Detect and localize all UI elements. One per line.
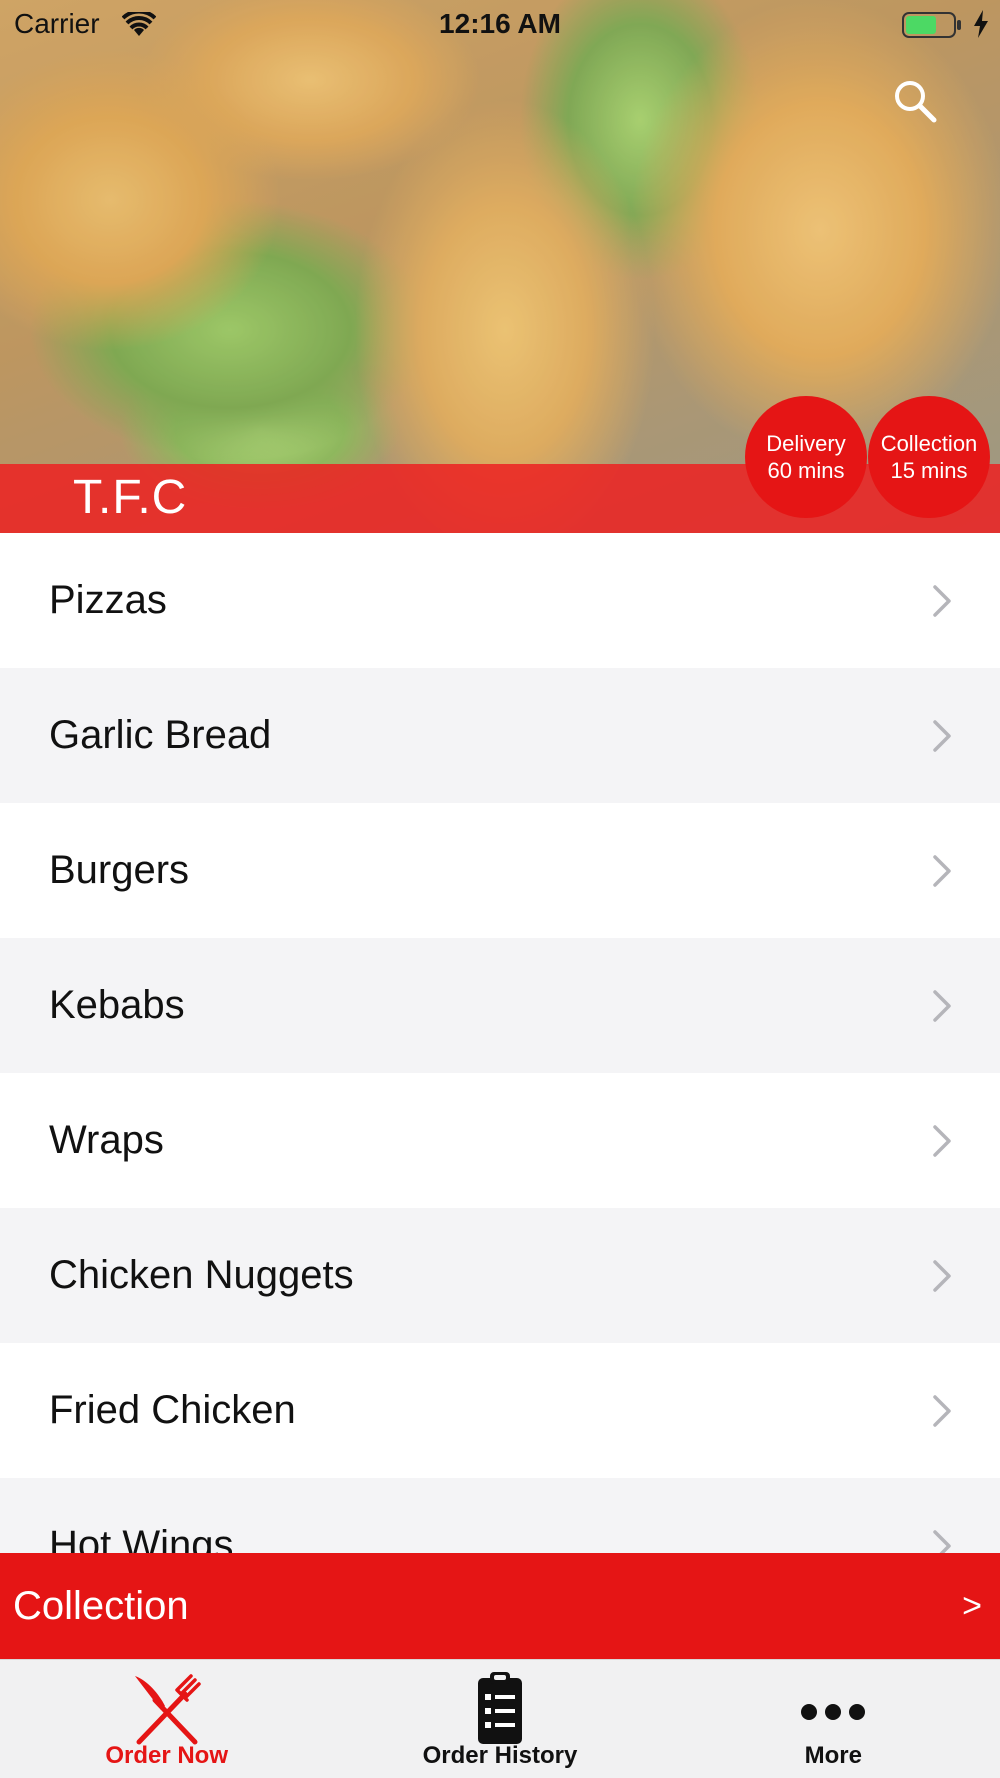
hero-banner: Carrier 12:16 AM T.F.C Delivery 60 mins … [0, 0, 1000, 533]
category-row-wraps[interactable]: Wraps [0, 1073, 1000, 1208]
category-row-hot-wings[interactable]: Hot Wings [0, 1478, 1000, 1553]
chevron-right-icon [933, 1394, 951, 1427]
search-icon[interactable] [890, 76, 940, 126]
category-label: Pizzas [49, 578, 167, 622]
collection-time-badge: Collection 15 mins [868, 396, 990, 518]
chevron-right-icon [933, 989, 951, 1022]
status-bar: Carrier 12:16 AM [0, 0, 1000, 50]
category-row-burgers[interactable]: Burgers [0, 803, 1000, 938]
tab-label: More [804, 1742, 862, 1769]
tab-order-now[interactable]: Order Now [0, 1660, 333, 1778]
category-label: Burgers [49, 848, 190, 892]
category-label: Hot Wings [49, 1523, 234, 1553]
category-label: Wraps [49, 1118, 164, 1162]
more-dots-icon [801, 1704, 866, 1720]
category-label: Fried Chicken [49, 1388, 296, 1432]
chevron-right-icon [933, 1124, 951, 1157]
bottom-tab-bar: Order Now Order History More [0, 1659, 1000, 1778]
restaurant-name: T.F.C [73, 471, 188, 524]
category-label: Garlic Bread [49, 713, 272, 757]
delivery-badge-label: Delivery [766, 430, 846, 456]
category-row-pizzas[interactable]: Pizzas [0, 533, 1000, 668]
battery-icon [902, 12, 961, 38]
collection-mode-bar[interactable]: Collection > [0, 1553, 1000, 1659]
category-row-chicken-nuggets[interactable]: Chicken Nuggets [0, 1208, 1000, 1343]
chevron-right-icon [933, 1529, 951, 1553]
category-row-fried-chicken[interactable]: Fried Chicken [0, 1343, 1000, 1478]
collection-bar-arrow: > [962, 1586, 982, 1625]
chevron-right-icon [933, 719, 951, 752]
menu-category-list[interactable]: Pizzas Garlic Bread Burgers Kebabs Wraps… [0, 533, 1000, 1553]
category-label: Chicken Nuggets [49, 1253, 354, 1297]
collection-bar-label: Collection [13, 1583, 189, 1628]
tab-order-history[interactable]: Order History [333, 1660, 666, 1778]
chevron-right-icon [933, 854, 951, 887]
charging-bolt-icon [974, 10, 988, 38]
tab-more[interactable]: More [667, 1660, 1000, 1778]
clipboard-list-icon [477, 1672, 522, 1744]
category-row-kebabs[interactable]: Kebabs [0, 938, 1000, 1073]
chevron-right-icon [933, 1259, 951, 1292]
chevron-right-icon [933, 584, 951, 617]
delivery-time-badge: Delivery 60 mins [745, 396, 867, 518]
fork-knife-icon [134, 1674, 201, 1745]
category-label: Kebabs [49, 983, 185, 1027]
status-time: 12:16 AM [439, 8, 561, 39]
delivery-badge-time: 60 mins [767, 458, 845, 483]
collection-badge-time: 15 mins [890, 458, 968, 483]
category-row-garlic-bread[interactable]: Garlic Bread [0, 668, 1000, 803]
tab-label: Order Now [105, 1742, 228, 1769]
collection-badge-label: Collection [880, 430, 978, 456]
tab-label: Order History [422, 1742, 578, 1769]
